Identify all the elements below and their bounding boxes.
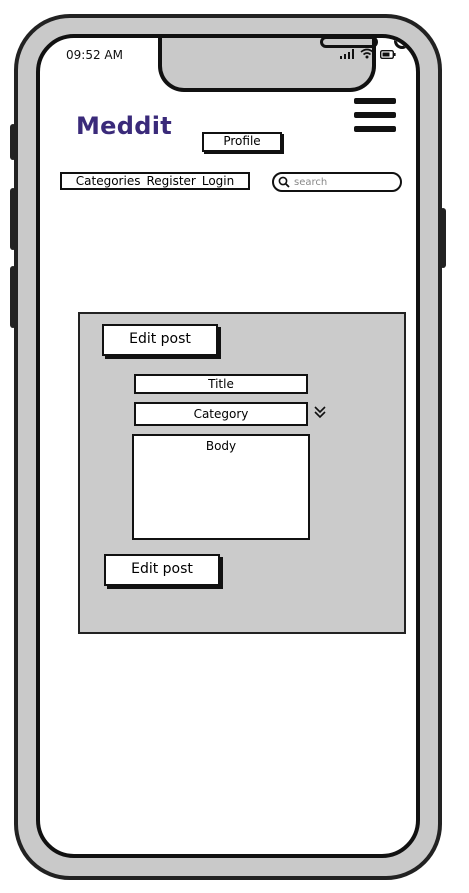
- search-icon: [278, 176, 290, 188]
- status-icons: [340, 48, 396, 59]
- edit-post-button-bottom[interactable]: Edit post: [104, 554, 220, 586]
- profile-button[interactable]: Profile: [202, 132, 282, 152]
- nav-login[interactable]: Login: [202, 174, 234, 188]
- phone-side-button: [10, 266, 16, 328]
- edit-post-panel: Edit post Title Category Body Edit post: [78, 312, 406, 634]
- phone-side-button: [10, 188, 16, 250]
- category-select[interactable]: Category: [134, 402, 308, 426]
- nav-bar: Categories Register Login: [60, 172, 250, 190]
- edit-post-button-top[interactable]: Edit post: [102, 324, 218, 356]
- hamburger-menu-icon[interactable]: [354, 98, 396, 134]
- body-placeholder: Body: [205, 439, 237, 453]
- status-time: 09:52 AM: [66, 48, 123, 62]
- phone-screen: 09:52 AM Meddit Profile Categories Regis…: [36, 34, 420, 858]
- phone-side-button: [440, 208, 446, 268]
- title-input[interactable]: Title: [134, 374, 308, 394]
- battery-icon: [380, 50, 396, 59]
- phone-side-button: [10, 124, 16, 160]
- nav-register[interactable]: Register: [146, 174, 195, 188]
- speaker-icon: [320, 38, 378, 48]
- app-logo[interactable]: Meddit: [76, 112, 172, 140]
- phone-notch: [158, 38, 410, 92]
- search-placeholder: search: [294, 176, 328, 188]
- signal-icon: [340, 49, 354, 59]
- double-chevron-down-icon[interactable]: [312, 404, 328, 423]
- wifi-icon: [360, 48, 374, 59]
- nav-categories[interactable]: Categories: [76, 174, 141, 188]
- search-input[interactable]: search: [272, 172, 402, 192]
- body-textarea[interactable]: Body: [132, 434, 310, 540]
